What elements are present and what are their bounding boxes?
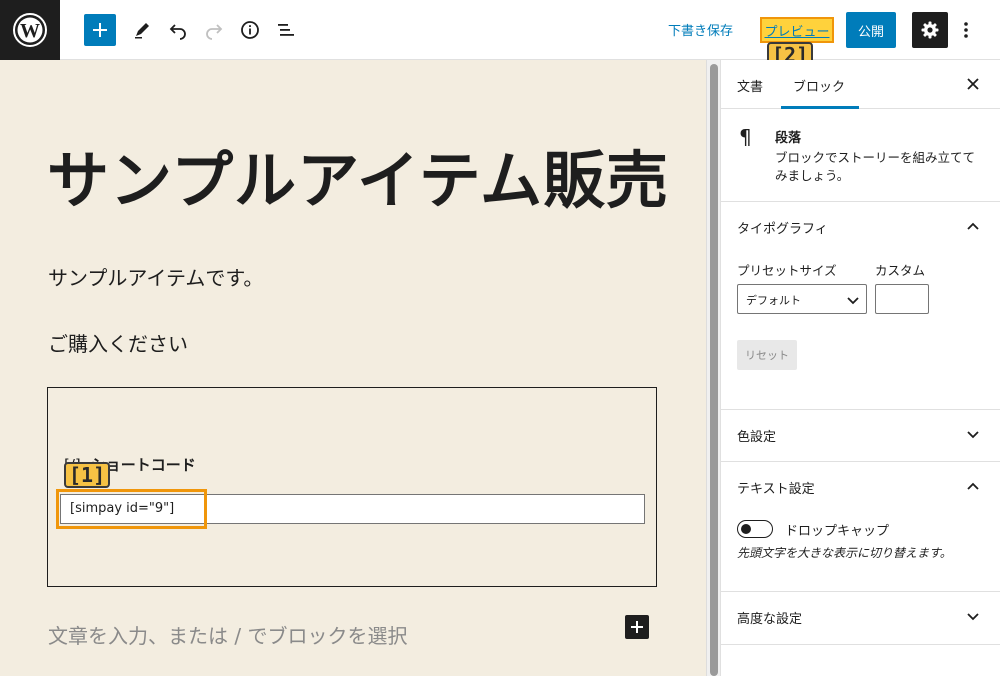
- color-settings-panel-toggle[interactable]: 色設定: [721, 410, 1000, 460]
- close-icon: [967, 78, 979, 90]
- undo-button[interactable]: [162, 14, 194, 46]
- inline-add-block-button[interactable]: [625, 615, 649, 639]
- preset-size-label: プリセットサイズ: [737, 263, 837, 278]
- panel-divider: [721, 644, 1000, 645]
- settings-button[interactable]: [912, 12, 948, 48]
- post-title[interactable]: サンプルアイテム販売: [47, 130, 669, 220]
- chevron-down-icon: [967, 431, 979, 439]
- svg-text:W: W: [20, 20, 40, 42]
- wordpress-logo-icon[interactable]: W: [0, 0, 60, 60]
- preview-button[interactable]: プレビュー: [760, 17, 834, 43]
- block-card: ¶ 段落 ブロックでストーリーを組み立ててみましょう。: [721, 109, 1000, 202]
- chevron-down-icon: [847, 297, 859, 305]
- typography-panel-toggle[interactable]: タイポグラフィ: [721, 202, 1000, 252]
- text-settings-panel-title: テキスト設定: [737, 482, 815, 497]
- drop-cap-help: 先頭文字を大きな表示に切り替えます。: [737, 546, 952, 560]
- preview-label: プレビュー: [764, 24, 830, 40]
- chevron-up-icon: [967, 222, 979, 230]
- text-settings-panel-toggle[interactable]: テキスト設定: [721, 462, 1000, 512]
- paragraph-icon: ¶: [739, 125, 752, 149]
- vertical-ellipsis-icon: [964, 22, 968, 38]
- shortcode-value: [simpay id="9"]: [70, 501, 175, 516]
- shortcode-block[interactable]: [/] ショートコード [simpay id="9"]: [47, 387, 657, 587]
- block-placeholder[interactable]: 文章を入力、または / でブロックを選択: [48, 620, 407, 649]
- info-icon: [241, 21, 259, 39]
- block-description: ブロックでストーリーを組み立ててみましょう。: [775, 150, 976, 183]
- plus-icon: [93, 23, 107, 37]
- preset-size-select[interactable]: デフォルト: [737, 284, 867, 314]
- drop-cap-toggle[interactable]: [737, 520, 773, 538]
- redo-icon: [206, 24, 223, 40]
- redo-button[interactable]: [198, 14, 230, 46]
- tools-button[interactable]: [126, 14, 158, 46]
- plus-icon: [631, 621, 643, 633]
- toggle-knob: [741, 524, 751, 534]
- typography-panel-title: タイポグラフィ: [737, 222, 828, 237]
- color-settings-panel-title: 色設定: [737, 430, 777, 445]
- paragraph-block[interactable]: サンプルアイテムです。: [48, 262, 263, 291]
- list-view-button[interactable]: [270, 14, 302, 46]
- editor-top-toolbar: W 下書き保存 プレビュー [2] 公開: [0, 0, 1000, 68]
- reset-button[interactable]: リセット: [737, 340, 797, 370]
- gear-icon: [921, 21, 939, 39]
- publish-button[interactable]: 公開: [846, 12, 896, 48]
- sidebar-tabs: 文書 ブロック: [721, 60, 1000, 109]
- tab-document[interactable]: 文書: [737, 76, 763, 95]
- preset-size-value: デフォルト: [746, 294, 801, 307]
- chevron-up-icon: [967, 482, 979, 490]
- close-sidebar-button[interactable]: [963, 74, 983, 94]
- save-draft-button[interactable]: 下書き保存: [668, 20, 733, 39]
- drop-cap-label: ドロップキャップ: [785, 524, 890, 539]
- annotation-badge-1: [1]: [64, 462, 111, 488]
- chevron-down-icon: [967, 613, 979, 621]
- more-options-button[interactable]: [952, 14, 980, 46]
- paragraph-block[interactable]: ご購入ください: [48, 328, 188, 357]
- custom-size-input[interactable]: [875, 284, 929, 314]
- block-name: 段落: [775, 131, 802, 146]
- advanced-panel-toggle[interactable]: 高度な設定: [721, 592, 1000, 642]
- editor-scrollbar[interactable]: [706, 60, 720, 676]
- custom-size-label: カスタム: [875, 263, 926, 278]
- details-button[interactable]: [234, 14, 266, 46]
- advanced-panel-title: 高度な設定: [737, 612, 803, 627]
- pencil-icon: [135, 23, 149, 39]
- scrollbar-thumb[interactable]: [710, 64, 718, 676]
- undo-icon: [169, 24, 186, 40]
- add-block-button[interactable]: [84, 14, 116, 46]
- list-view-icon: [278, 24, 294, 36]
- settings-sidebar: 文書 ブロック ¶ 段落 ブロックでストーリーを組み立ててみましょう。 タイポグ…: [720, 60, 1000, 676]
- tab-block[interactable]: ブロック: [793, 76, 845, 95]
